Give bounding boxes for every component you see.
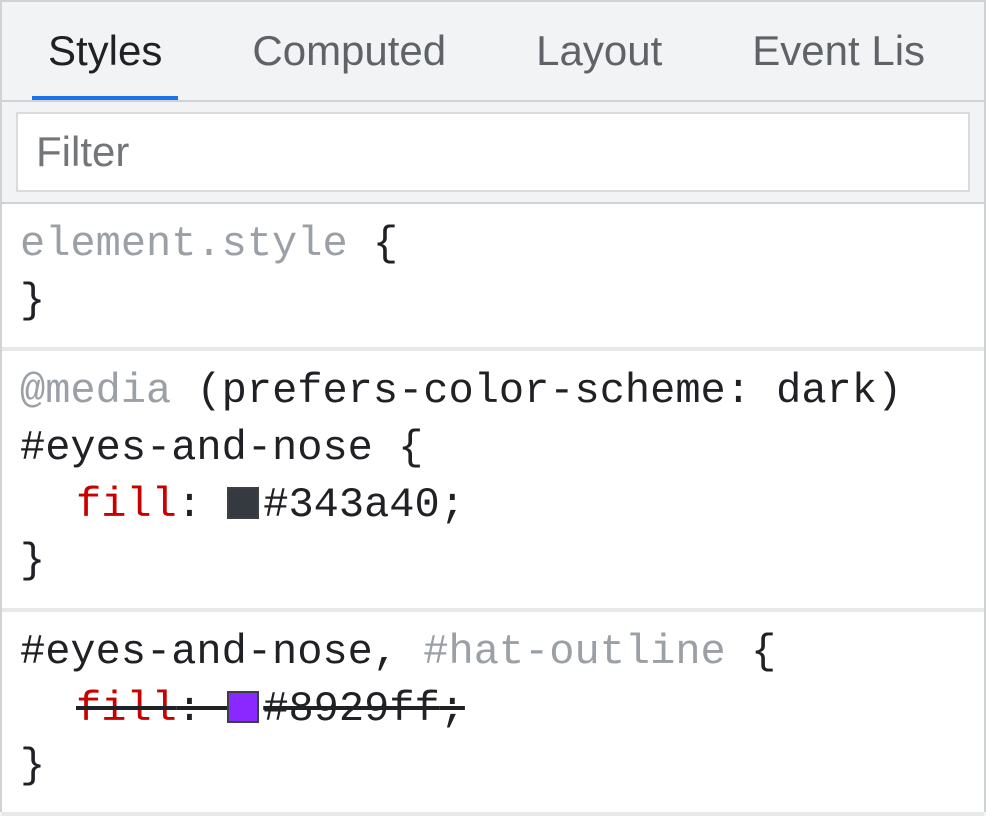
brace-close: } bbox=[20, 742, 45, 790]
selector-eyes-and-nose: #eyes-and-nose bbox=[20, 628, 373, 676]
colon: : bbox=[177, 685, 227, 733]
brace-close: } bbox=[20, 277, 45, 325]
color-swatch-icon[interactable] bbox=[227, 487, 259, 519]
brace-close: } bbox=[20, 537, 45, 585]
colon: : bbox=[177, 481, 227, 529]
selector-hat-outline: #hat-outline bbox=[423, 628, 725, 676]
color-swatch-icon[interactable] bbox=[227, 691, 259, 723]
brace-open: { bbox=[398, 424, 423, 472]
comma: , bbox=[373, 628, 423, 676]
semicolon: ; bbox=[440, 685, 465, 733]
rule-media-dark[interactable]: @media (prefers-color-scheme: dark) #eye… bbox=[2, 351, 984, 612]
css-value-color[interactable]: #343a40 bbox=[263, 481, 439, 529]
css-property-fill[interactable]: fill bbox=[76, 481, 177, 529]
media-condition: (prefers-color-scheme: dark) bbox=[196, 367, 902, 415]
media-keyword: @media bbox=[20, 367, 171, 415]
css-value-color[interactable]: #8929ff bbox=[263, 685, 439, 733]
css-property-fill[interactable]: fill bbox=[76, 685, 177, 733]
brace-open: { bbox=[373, 220, 398, 268]
rule-element-style[interactable]: element.style { } bbox=[2, 204, 984, 351]
selector-eyes-and-nose: #eyes-and-nose bbox=[20, 424, 373, 472]
tab-computed[interactable]: Computed bbox=[236, 2, 462, 101]
brace-open: { bbox=[751, 628, 776, 676]
tabbar: Styles Computed Layout Event Lis bbox=[2, 2, 984, 102]
rule-fill-purple[interactable]: #eyes-and-nose, #hat-outline { fill: #89… bbox=[2, 612, 984, 816]
styles-panel: Styles Computed Layout Event Lis element… bbox=[0, 0, 986, 812]
selector-element-style: element.style bbox=[20, 220, 348, 268]
filter-input[interactable] bbox=[16, 112, 970, 192]
filter-row bbox=[2, 102, 984, 204]
semicolon: ; bbox=[440, 481, 465, 529]
tab-styles[interactable]: Styles bbox=[32, 2, 178, 101]
tab-layout[interactable]: Layout bbox=[520, 2, 678, 101]
tab-event-listeners[interactable]: Event Lis bbox=[736, 2, 941, 101]
